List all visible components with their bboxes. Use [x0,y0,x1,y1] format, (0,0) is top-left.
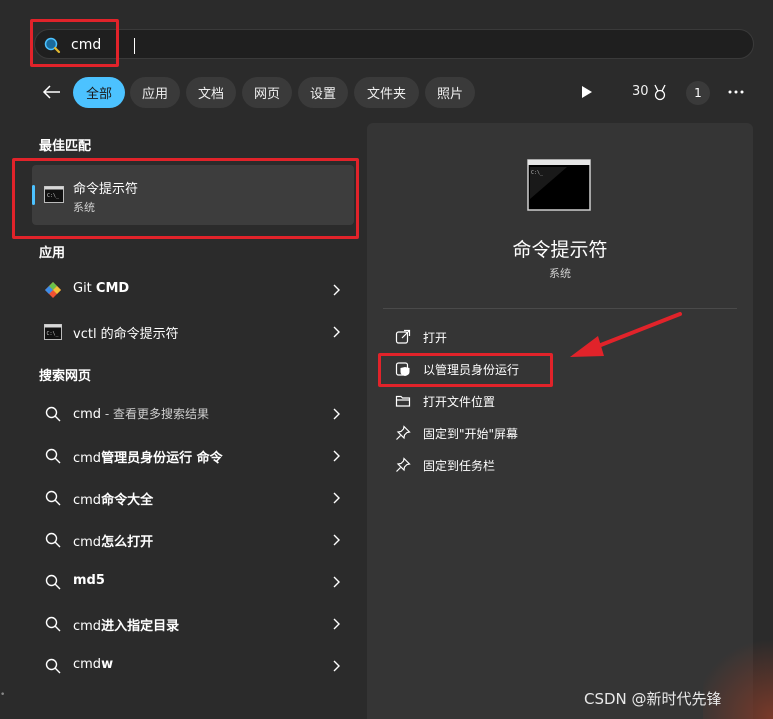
chevron-right-icon[interactable] [332,450,340,462]
web-item[interactable]: cmd - 查看更多搜索结果 [32,394,354,434]
search-icon [45,658,61,674]
command-prompt-icon: C:\_ [527,159,591,211]
search-icon [45,616,61,632]
web-item[interactable]: cmdw [32,646,354,686]
pin-icon [396,425,411,440]
web-label: cmdw [73,657,114,672]
filter-apps[interactable]: 应用 [130,77,180,108]
start-search-panel: 全部 应用 文档 网页 设置 文件夹 照片 30 1 最佳匹配 C:\_ 命令提… [0,0,773,719]
web-label: cmd管理员身份运行 命令 [73,451,223,466]
app-label: vctl 的命令提示符 [73,327,179,342]
filter-all[interactable]: 全部 [73,77,125,108]
action-label: 打开 [423,331,448,345]
web-label: cmd - 查看更多搜索结果 [73,407,210,422]
account-badge[interactable]: 1 [686,81,710,105]
search-bar[interactable] [34,29,754,59]
search-input[interactable] [71,34,711,56]
chevron-right-icon[interactable] [332,326,340,338]
red-arrow-annotation [570,312,682,357]
search-icon [45,574,61,590]
filter-web[interactable]: 网页 [242,77,292,108]
open-external-icon [395,329,411,344]
web-label: cmd怎么打开 [73,535,154,550]
action-pin-to-start[interactable]: 固定到"开始"屏幕 [395,422,695,446]
web-label: cmd进入指定目录 [73,619,180,634]
detail-panel: C:\_ 命令提示符 系统 打开 以管理员身份运行 打开文件位置 固定到"开始"… [367,123,753,719]
svg-text:C:\_: C:\_ [47,331,60,337]
web-item[interactable]: cmd管理员身份运行 命令 [32,436,354,476]
filter-folders[interactable]: 文件夹 [354,77,419,108]
section-web-search: 搜索网页 [39,369,92,384]
section-apps: 应用 [39,246,66,261]
web-label: cmd命令大全 [73,493,154,508]
best-match-highlight-box [12,158,359,239]
watermark: CSDN @新时代先锋 [584,690,722,708]
rewards-points[interactable]: 30 [632,84,649,99]
app-item-vctl[interactable]: C:\_ vctl 的命令提示符 [32,312,354,352]
chevron-right-icon[interactable] [332,576,340,588]
text-caret [134,38,135,54]
svg-text:C:\_: C:\_ [531,170,544,176]
action-open-file-location[interactable]: 打开文件位置 [395,390,695,414]
command-prompt-icon: C:\_ [44,324,62,340]
search-highlight-box [30,19,119,67]
search-icon [45,406,61,422]
search-icon [45,532,61,548]
run-as-admin-highlight-box [378,353,553,387]
search-icon [45,490,61,506]
search-icon [45,448,61,464]
medal-icon[interactable] [652,84,668,101]
folder-icon [395,395,411,407]
back-arrow-icon[interactable] [40,80,64,104]
more-options-icon[interactable] [727,84,745,100]
divider [383,308,737,309]
chevron-right-icon[interactable] [332,408,340,420]
web-item[interactable]: cmd进入指定目录 [32,604,354,644]
chevron-right-icon[interactable] [332,534,340,546]
edge-mark: • [0,690,6,700]
action-label: 固定到任务栏 [423,459,496,473]
web-label: md5 [73,573,105,588]
app-item-git-cmd[interactable]: Git CMD [32,270,354,310]
chevron-right-icon[interactable] [332,284,340,296]
filter-documents[interactable]: 文档 [186,77,236,108]
action-label: 固定到"开始"屏幕 [423,427,519,441]
play-icon[interactable] [580,85,594,99]
detail-title: 命令提示符 [512,239,608,261]
app-label: Git CMD [73,281,130,296]
action-label: 打开文件位置 [423,395,496,409]
filter-photos[interactable]: 照片 [425,77,475,108]
detail-subtitle: 系统 [549,267,571,280]
web-item[interactable]: md5 [32,562,354,602]
pin-icon [396,457,411,472]
chevron-right-icon[interactable] [332,618,340,630]
chevron-right-icon[interactable] [332,660,340,672]
web-item[interactable]: cmd命令大全 [32,478,354,518]
filter-settings[interactable]: 设置 [298,77,348,108]
section-best-match: 最佳匹配 [39,139,92,154]
web-item[interactable]: cmd怎么打开 [32,520,354,560]
chevron-right-icon[interactable] [332,492,340,504]
action-pin-to-taskbar[interactable]: 固定到任务栏 [395,454,695,478]
git-icon [45,282,61,298]
